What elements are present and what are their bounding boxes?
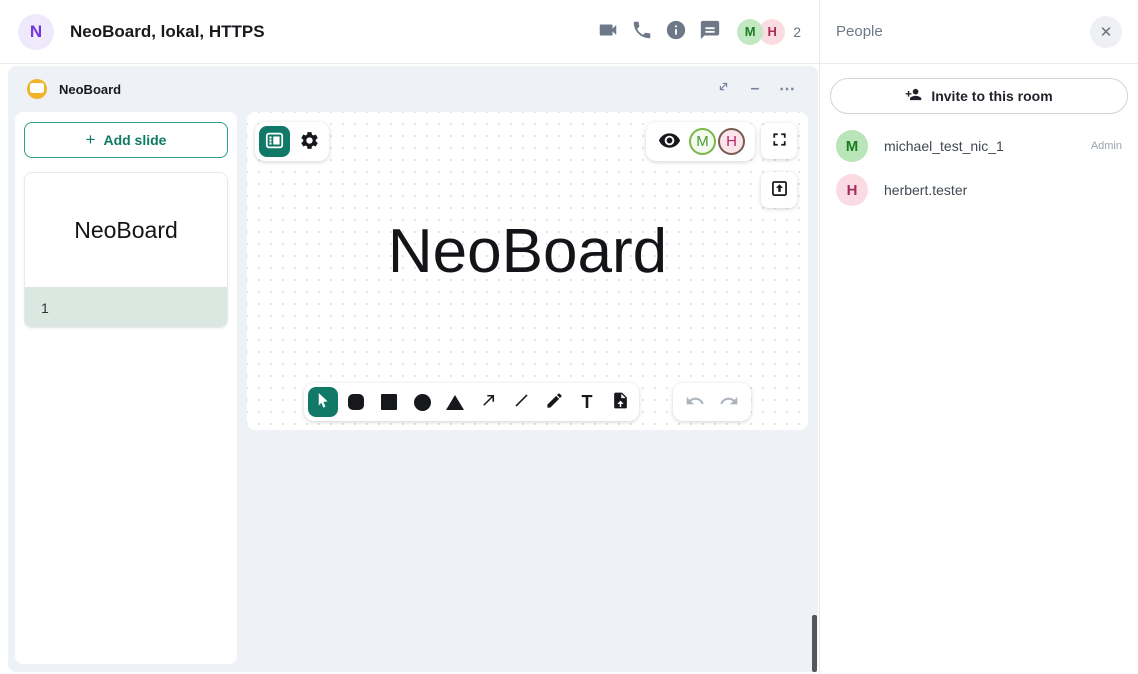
add-slide-button[interactable]: + Add slide [24,122,228,158]
close-icon: ✕ [1100,23,1113,41]
eye-icon [658,129,681,155]
collaborator-initial: H [726,133,737,150]
people-panel-header: People ✕ [820,0,1138,64]
member-name: michael_test_nic_1 [884,138,1004,154]
text-tool-icon: T [582,392,593,413]
line-icon [512,391,531,413]
add-slide-label: Add slide [103,132,166,148]
member-name: herbert.tester [884,182,967,198]
widget-controls: – ⋯ [711,77,799,101]
slide-number: 1 [25,287,227,328]
pen-tool-button[interactable] [539,387,569,417]
export-button[interactable] [761,172,797,208]
neoboard-widget: NeoBoard – ⋯ + Add slide [8,66,818,672]
undo-button[interactable] [685,391,705,414]
rectangle-icon [381,394,397,410]
room-avatar-letter: N [30,22,42,42]
gear-icon [299,130,320,154]
file-upload-icon [611,391,630,413]
threads-button[interactable] [693,15,727,49]
triangle-tool-button[interactable] [440,387,470,417]
redo-button[interactable] [719,391,739,414]
canvas-top-left-toolbar [255,122,329,161]
redo-icon [719,391,739,414]
neoboard-widget-icon [27,79,47,99]
slide-preview-text: NeoBoard [25,173,227,287]
minimize-icon: – [751,80,760,98]
rectangle-tool-button[interactable] [374,387,404,417]
invite-to-room-button[interactable]: Invite to this room [830,78,1128,114]
pencil-icon [545,391,564,413]
slide-overview-button[interactable] [259,126,290,157]
drawing-toolbar: T [304,383,639,421]
info-icon [665,19,687,44]
phone-icon [631,19,653,44]
app-window: N NeoBoard, lokal, HTTPS M [0,0,1138,674]
chat-icon [699,19,721,44]
slide-layout-icon [264,130,285,154]
presenter-mode-button[interactable] [656,125,682,159]
room-member-facepile[interactable]: M H 2 [737,19,801,45]
collaborator-avatar-m[interactable]: M [689,128,716,155]
collaborator-initial: M [696,133,709,150]
widget-header: NeoBoard – ⋯ [8,66,818,112]
fullscreen-icon [769,129,790,153]
close-people-panel-button[interactable]: ✕ [1090,16,1122,48]
rounded-rectangle-tool-button[interactable] [341,387,371,417]
widget-expand-button[interactable] [711,77,735,101]
room-avatar[interactable]: N [18,14,54,50]
facepile-initial: M [745,24,756,39]
member-role-badge: Admin [1091,140,1122,152]
collaborator-avatar-h[interactable]: H [718,128,745,155]
presence-pill: M H [646,122,755,161]
arrow-tool-button[interactable] [473,387,503,417]
person-add-icon [905,86,922,106]
slide-thumbnail-1[interactable]: NeoBoard 1 [24,172,228,328]
cursor-icon [314,391,333,413]
facepile-avatar-m: M [737,19,763,45]
ellipse-tool-button[interactable] [407,387,437,417]
invite-button-label: Invite to this room [931,88,1052,104]
fullscreen-button[interactable] [761,123,797,159]
widget-minimize-button[interactable]: – [743,77,767,101]
voice-call-button[interactable] [625,15,659,49]
circle-icon [414,394,431,411]
undo-redo-toolbar [673,383,751,421]
triangle-icon [446,395,464,410]
upload-icon [769,178,790,202]
image-upload-tool-button[interactable] [605,387,635,417]
plus-icon: + [86,130,96,150]
widget-more-options-button[interactable]: ⋯ [775,77,799,101]
line-tool-button[interactable] [506,387,536,417]
arrow-icon [479,391,498,413]
video-call-button[interactable] [591,15,625,49]
people-panel: People ✕ Invite to this room M michael_t… [819,0,1138,674]
undo-icon [685,391,705,414]
select-tool-button[interactable] [308,387,338,417]
text-tool-button[interactable]: T [572,387,602,417]
facepile-initial: H [768,24,777,39]
member-initial: M [846,138,859,155]
widget-scrollbar-thumb[interactable] [812,615,817,672]
video-camera-icon [597,19,619,44]
member-row-michael[interactable]: M michael_test_nic_1 Admin [820,124,1138,168]
facepile-avatar-h: H [759,19,785,45]
people-panel-title: People [836,23,883,40]
room-title: NeoBoard, lokal, HTTPS [70,22,265,42]
member-row-herbert[interactable]: H herbert.tester [820,168,1138,212]
expand-icon [716,79,731,99]
rounded-rectangle-icon [348,394,364,410]
member-avatar: H [836,174,868,206]
member-count: 2 [793,24,801,40]
room-info-button[interactable] [659,15,693,49]
more-options-icon: ⋯ [779,79,795,99]
widget-title: NeoBoard [59,82,121,97]
slide-panel: + Add slide NeoBoard 1 [15,112,237,664]
whiteboard-canvas[interactable]: NeoBoard [247,112,808,430]
member-initial: H [847,182,858,199]
board-settings-button[interactable] [294,126,325,157]
member-avatar: M [836,130,868,162]
room-header: N NeoBoard, lokal, HTTPS M [0,0,819,64]
board-text-element[interactable]: NeoBoard [247,216,808,287]
